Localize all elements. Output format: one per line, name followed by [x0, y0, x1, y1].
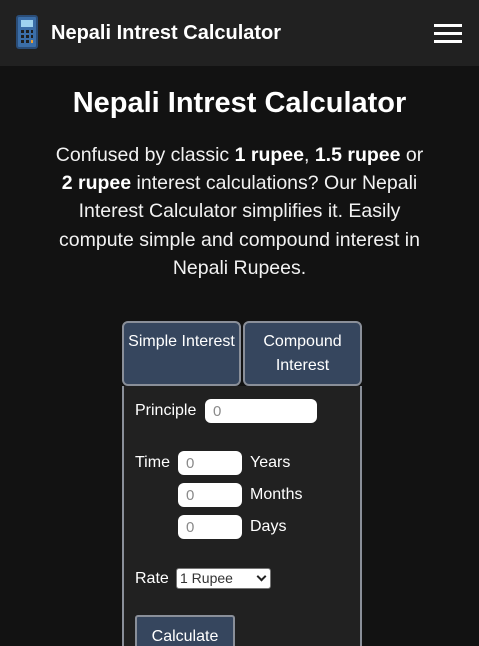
days-label: Days — [250, 518, 287, 535]
intro-highlight-1.5-rupee: 1.5 rupee — [314, 144, 401, 166]
calculator-panel — [122, 386, 362, 646]
days-input[interactable] — [178, 515, 242, 539]
years-input[interactable] — [178, 451, 242, 475]
hamburger-line — [434, 32, 462, 35]
intro-highlight-2-rupee: 2 rupee — [61, 172, 132, 195]
calculator-screen — [21, 20, 33, 27]
navbar-title[interactable]: Nepali Intrest Calculator — [51, 20, 281, 46]
rate-select[interactable]: 1 Rupee — [176, 568, 271, 589]
rate-label: Rate — [135, 570, 169, 587]
calculate-button[interactable]: Calculate — [135, 615, 235, 646]
principal-label: Principle — [135, 402, 197, 419]
calculator-keys — [21, 30, 33, 46]
intro-text-part: Confused by classic — [55, 144, 235, 166]
intro-text: Confused by classic 1 rupee, 1.5 rupee o… — [50, 141, 429, 282]
months-label: Months — [250, 486, 303, 503]
time-label: Time — [135, 454, 170, 471]
principal-input[interactable] — [205, 399, 317, 423]
page-title: Nepali Intrest Calculator — [72, 87, 407, 119]
intro-text-part: or — [400, 144, 424, 166]
navbar: Nepali Intrest Calculator — [0, 0, 479, 66]
rate-selected-value: 1 Rupee — [180, 570, 233, 586]
hamburger-line — [434, 40, 462, 43]
years-label: Years — [250, 454, 291, 471]
intro-highlight-1-rupee: 1 rupee — [234, 144, 304, 166]
hamburger-menu-icon[interactable] — [434, 22, 462, 44]
tab-simple-interest[interactable]: Simple Interest — [122, 321, 241, 386]
calculator-icon[interactable] — [16, 15, 38, 49]
intro-text-part: , — [303, 144, 315, 166]
tab-compound-interest[interactable]: Compound Interest — [243, 321, 362, 386]
months-input[interactable] — [178, 483, 242, 507]
hamburger-line — [434, 24, 462, 27]
chevron-down-icon — [256, 571, 267, 582]
